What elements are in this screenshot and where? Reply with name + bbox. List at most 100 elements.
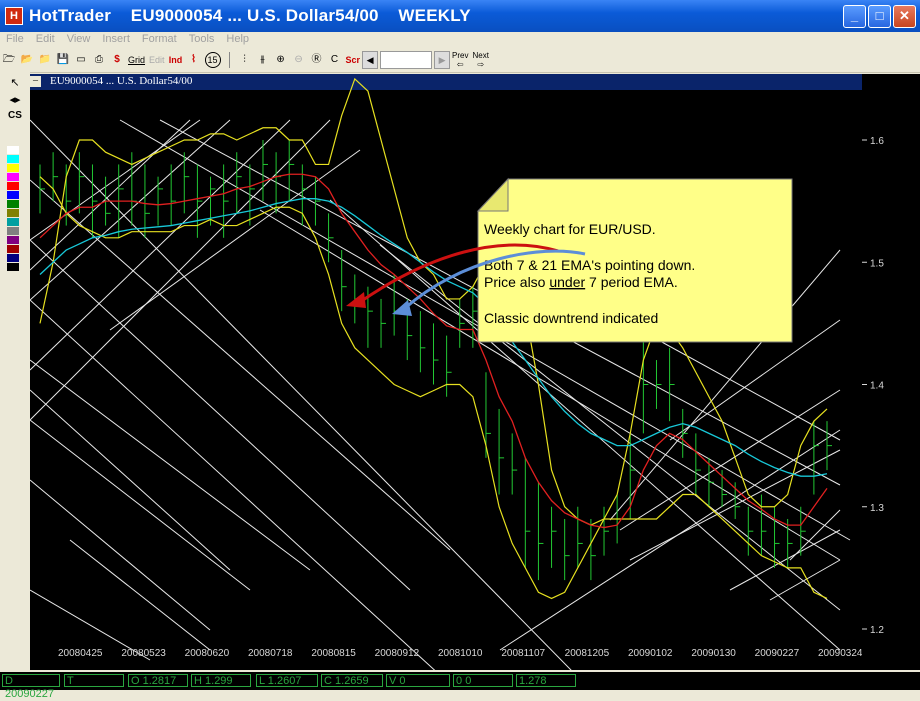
print-icon[interactable]: ⎙ [92,51,106,69]
status-time: T [64,674,124,687]
color-swatch[interactable] [7,254,19,262]
x-tick-label: 20080815 [311,648,356,659]
color-swatch[interactable] [7,173,19,181]
status-oi-value: 0 [465,675,472,687]
price-chart[interactable]: Weekly chart for EUR/USD. Both 7 & 21 EMA… [30,74,862,670]
bars-compress-icon[interactable]: ⫶ [238,51,252,69]
chart-style-icon[interactable]: ⌇ [187,51,201,69]
app-name: HotTrader [29,6,112,25]
prev-label: Prev [452,51,469,60]
minimize-button[interactable]: _ [843,5,866,28]
pointer-icon[interactable]: ↖ [0,76,30,89]
maximize-button[interactable]: □ [868,5,891,28]
menu-format[interactable]: Format [136,32,183,48]
status-low: L 1.2607 [256,674,318,687]
color-swatch[interactable] [7,209,19,217]
status-label-o: O [131,675,140,687]
status-high-value: 1.299 [205,675,233,687]
menu-bar: File Edit View Insert Format Tools Help [0,32,920,48]
x-tick-label: 20080523 [121,648,166,659]
x-tick-label: 20081010 [438,648,483,659]
indicator-button[interactable]: Ind [169,51,183,69]
color-swatch[interactable] [7,227,19,235]
x-tick-label: 20080425 [58,648,103,659]
x-tick-label: 20080620 [185,648,230,659]
save-icon[interactable]: 💾 [56,51,70,69]
x-tick-label: 20081107 [501,648,545,659]
dollar-button[interactable]: $ [110,51,124,69]
status-volume-value: 0 [399,675,406,687]
color-swatch[interactable] [7,245,19,253]
y-tick-label: 1.2 [870,625,884,636]
price-axis-svg: 1.2 1.3 1.4 1.5 1.6 [862,136,884,636]
status-label-l: L [259,675,265,687]
x-tick-label: 20081205 [565,648,610,659]
left-right-arrows-icon[interactable]: ◂▸ [0,93,30,106]
close-button[interactable]: ✕ [893,5,916,28]
open-icon[interactable]: 📂 [20,51,34,69]
toolbar-separator [228,52,230,68]
status-open-value: 1.2817 [142,675,177,687]
bars-expand-icon[interactable]: ⫵ [256,51,270,69]
color-swatch[interactable] [7,200,19,208]
annotation-line3-post: 7 period EMA. [585,274,678,290]
status-close-value: 1.2659 [335,675,369,687]
zoom-out-icon[interactable]: ⊖ [292,51,306,69]
color-swatch[interactable] [7,164,19,172]
open-folder-icon[interactable]: 📁 [38,51,52,69]
scroll-right-icon[interactable]: ▶ [434,51,451,69]
status-low-value: 1.2607 [267,675,302,687]
menu-tools[interactable]: Tools [183,32,221,48]
color-swatch[interactable] [7,182,19,190]
annotation-line3-pre: Price also [484,274,549,290]
menu-insert[interactable]: Insert [96,32,136,48]
chart-window[interactable]: – EU9000054 ... U.S. Dollar54/00 Weekly … [30,74,862,670]
x-tick-label: 20090227 [755,648,800,659]
annotation-line3-under: under [549,274,585,290]
zoom-in-icon[interactable]: ⊕ [274,51,288,69]
y-tick-label: 1.5 [870,258,884,269]
color-swatch[interactable] [7,236,19,244]
c-button[interactable]: C [328,51,342,69]
next-label: Next [472,51,489,60]
scroll-left-icon[interactable]: ◀ [362,51,379,69]
annotation-text-line3: Price also under 7 period EMA. [484,274,678,290]
x-tick-label: 20080912 [375,648,420,659]
toolbar: 🗁 📂 📁 💾 ▭ ⎙ $ Grid Edit Ind ⌇ 15 ⫶ ⫵ ⊕ ⊖… [0,48,920,73]
status-open: O 1.2817 [128,674,188,687]
refresh-icon[interactable]: Ⓡ [310,51,324,69]
color-swatch[interactable] [7,191,19,199]
status-label-d: D [5,675,13,687]
menu-file[interactable]: File [0,32,30,48]
color-swatch[interactable] [7,155,19,163]
period-15-button[interactable]: 15 [204,52,221,68]
status-label-v: V [389,675,397,687]
new-chart-icon[interactable]: 🗁 [2,51,16,69]
x-tick-label: 20080718 [248,648,293,659]
status-volume: V 0 [386,674,450,687]
color-swatch[interactable] [7,218,19,226]
status-label-oi: 0 [456,675,463,687]
cs-button[interactable]: CS [0,110,30,121]
next-button[interactable]: Next ⇨ [473,51,489,69]
menu-help[interactable]: Help [220,32,255,48]
prev-button[interactable]: Prev ⇦ [452,51,468,69]
print-preview-icon[interactable]: ▭ [74,51,88,69]
annotation-text: Weekly chart for EUR/USD. [484,221,656,237]
status-bar: D 20090227 T O 1.2817 H 1.299 L 1.2607 C… [0,672,920,700]
grid-button[interactable]: Grid [128,51,145,69]
x-tick-label: 20090324 [818,648,862,659]
window-title: HotTrader EU9000054 ... U.S. Dollar54/00… [29,6,471,26]
edit-button[interactable]: Edit [149,51,165,69]
color-swatch[interactable] [7,263,19,271]
status-extra-value: 1.278 [519,675,547,687]
scroll-button[interactable]: Scr [346,51,361,69]
chart-background [30,90,862,670]
menu-view[interactable]: View [61,32,97,48]
status-extra: 1.278 [516,674,576,687]
menu-edit[interactable]: Edit [30,32,61,48]
color-swatch[interactable] [7,146,19,154]
status-close: C 1.2659 [321,674,383,687]
status-open-interest: 0 0 [453,674,513,687]
scroll-field[interactable] [380,51,433,69]
